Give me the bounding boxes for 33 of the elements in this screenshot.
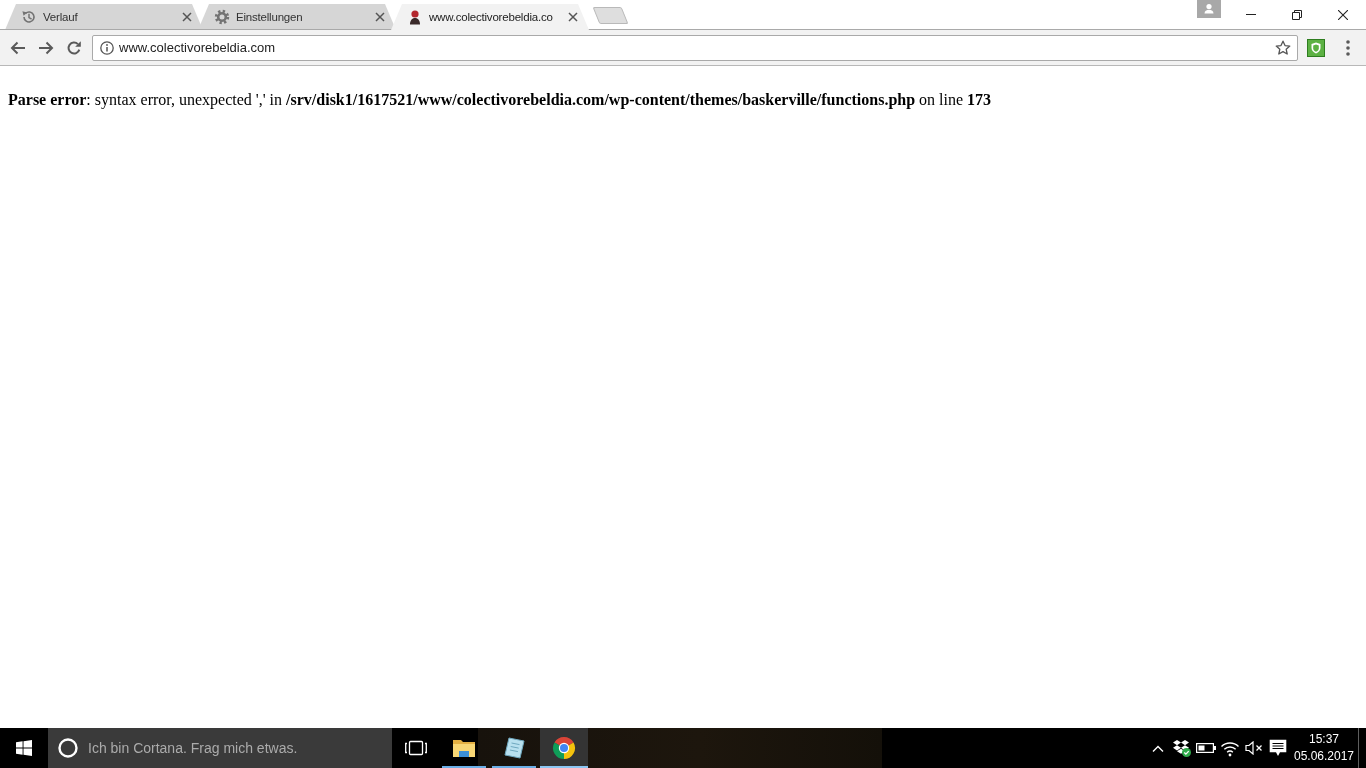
notepad-icon[interactable] (503, 737, 525, 759)
info-icon[interactable] (100, 40, 114, 55)
star-icon[interactable] (1275, 39, 1291, 56)
figure-icon (407, 9, 423, 25)
window-frames-icon[interactable] (405, 740, 427, 756)
taskbar-app-button[interactable] (540, 728, 588, 768)
clock-date: 05.06.2017 (1293, 748, 1355, 765)
speech-bubble-icon[interactable] (1269, 739, 1287, 757)
battery-icon[interactable] (1196, 743, 1216, 753)
chevron-up-icon[interactable] (1152, 744, 1164, 752)
clock-time: 15:37 (1309, 731, 1339, 748)
search-field[interactable]: Ich bin Cortana. Frag mich etwas. (48, 728, 392, 768)
tab[interactable]: Einstellungen (198, 4, 396, 30)
gear-icon (214, 9, 230, 25)
error-message: Parse error: syntax error, unexpected ',' in /srv/disk1/1617521/www/colectivorebeldia.com/wp-content/themes/baskerville/functions.php on line 173 (8, 91, 993, 109)
muted-speaker-icon[interactable] (1245, 741, 1263, 755)
address-bar[interactable]: www.colectivorebeldia.com (92, 34, 1298, 61)
close-icon[interactable] (1338, 9, 1348, 20)
menu-icon[interactable] (1346, 39, 1350, 56)
boxes-check-icon[interactable] (1173, 739, 1191, 757)
back-arrow-icon[interactable] (10, 40, 26, 55)
folder-icon[interactable] (452, 738, 476, 758)
wifi-icon[interactable] (1221, 739, 1239, 757)
history-icon (21, 9, 37, 25)
tab[interactable]: www.colectivorebeldia.co (391, 4, 589, 30)
restore-icon[interactable] (1292, 9, 1302, 20)
close-icon[interactable] (568, 12, 578, 22)
forward-arrow-icon[interactable] (38, 40, 54, 55)
color-wheel-icon[interactable] (552, 736, 576, 760)
window-panes-icon[interactable] (16, 740, 32, 756)
ring-icon[interactable] (58, 738, 78, 758)
tab[interactable]: Verlauf (5, 4, 203, 30)
reload-icon[interactable] (66, 39, 82, 56)
